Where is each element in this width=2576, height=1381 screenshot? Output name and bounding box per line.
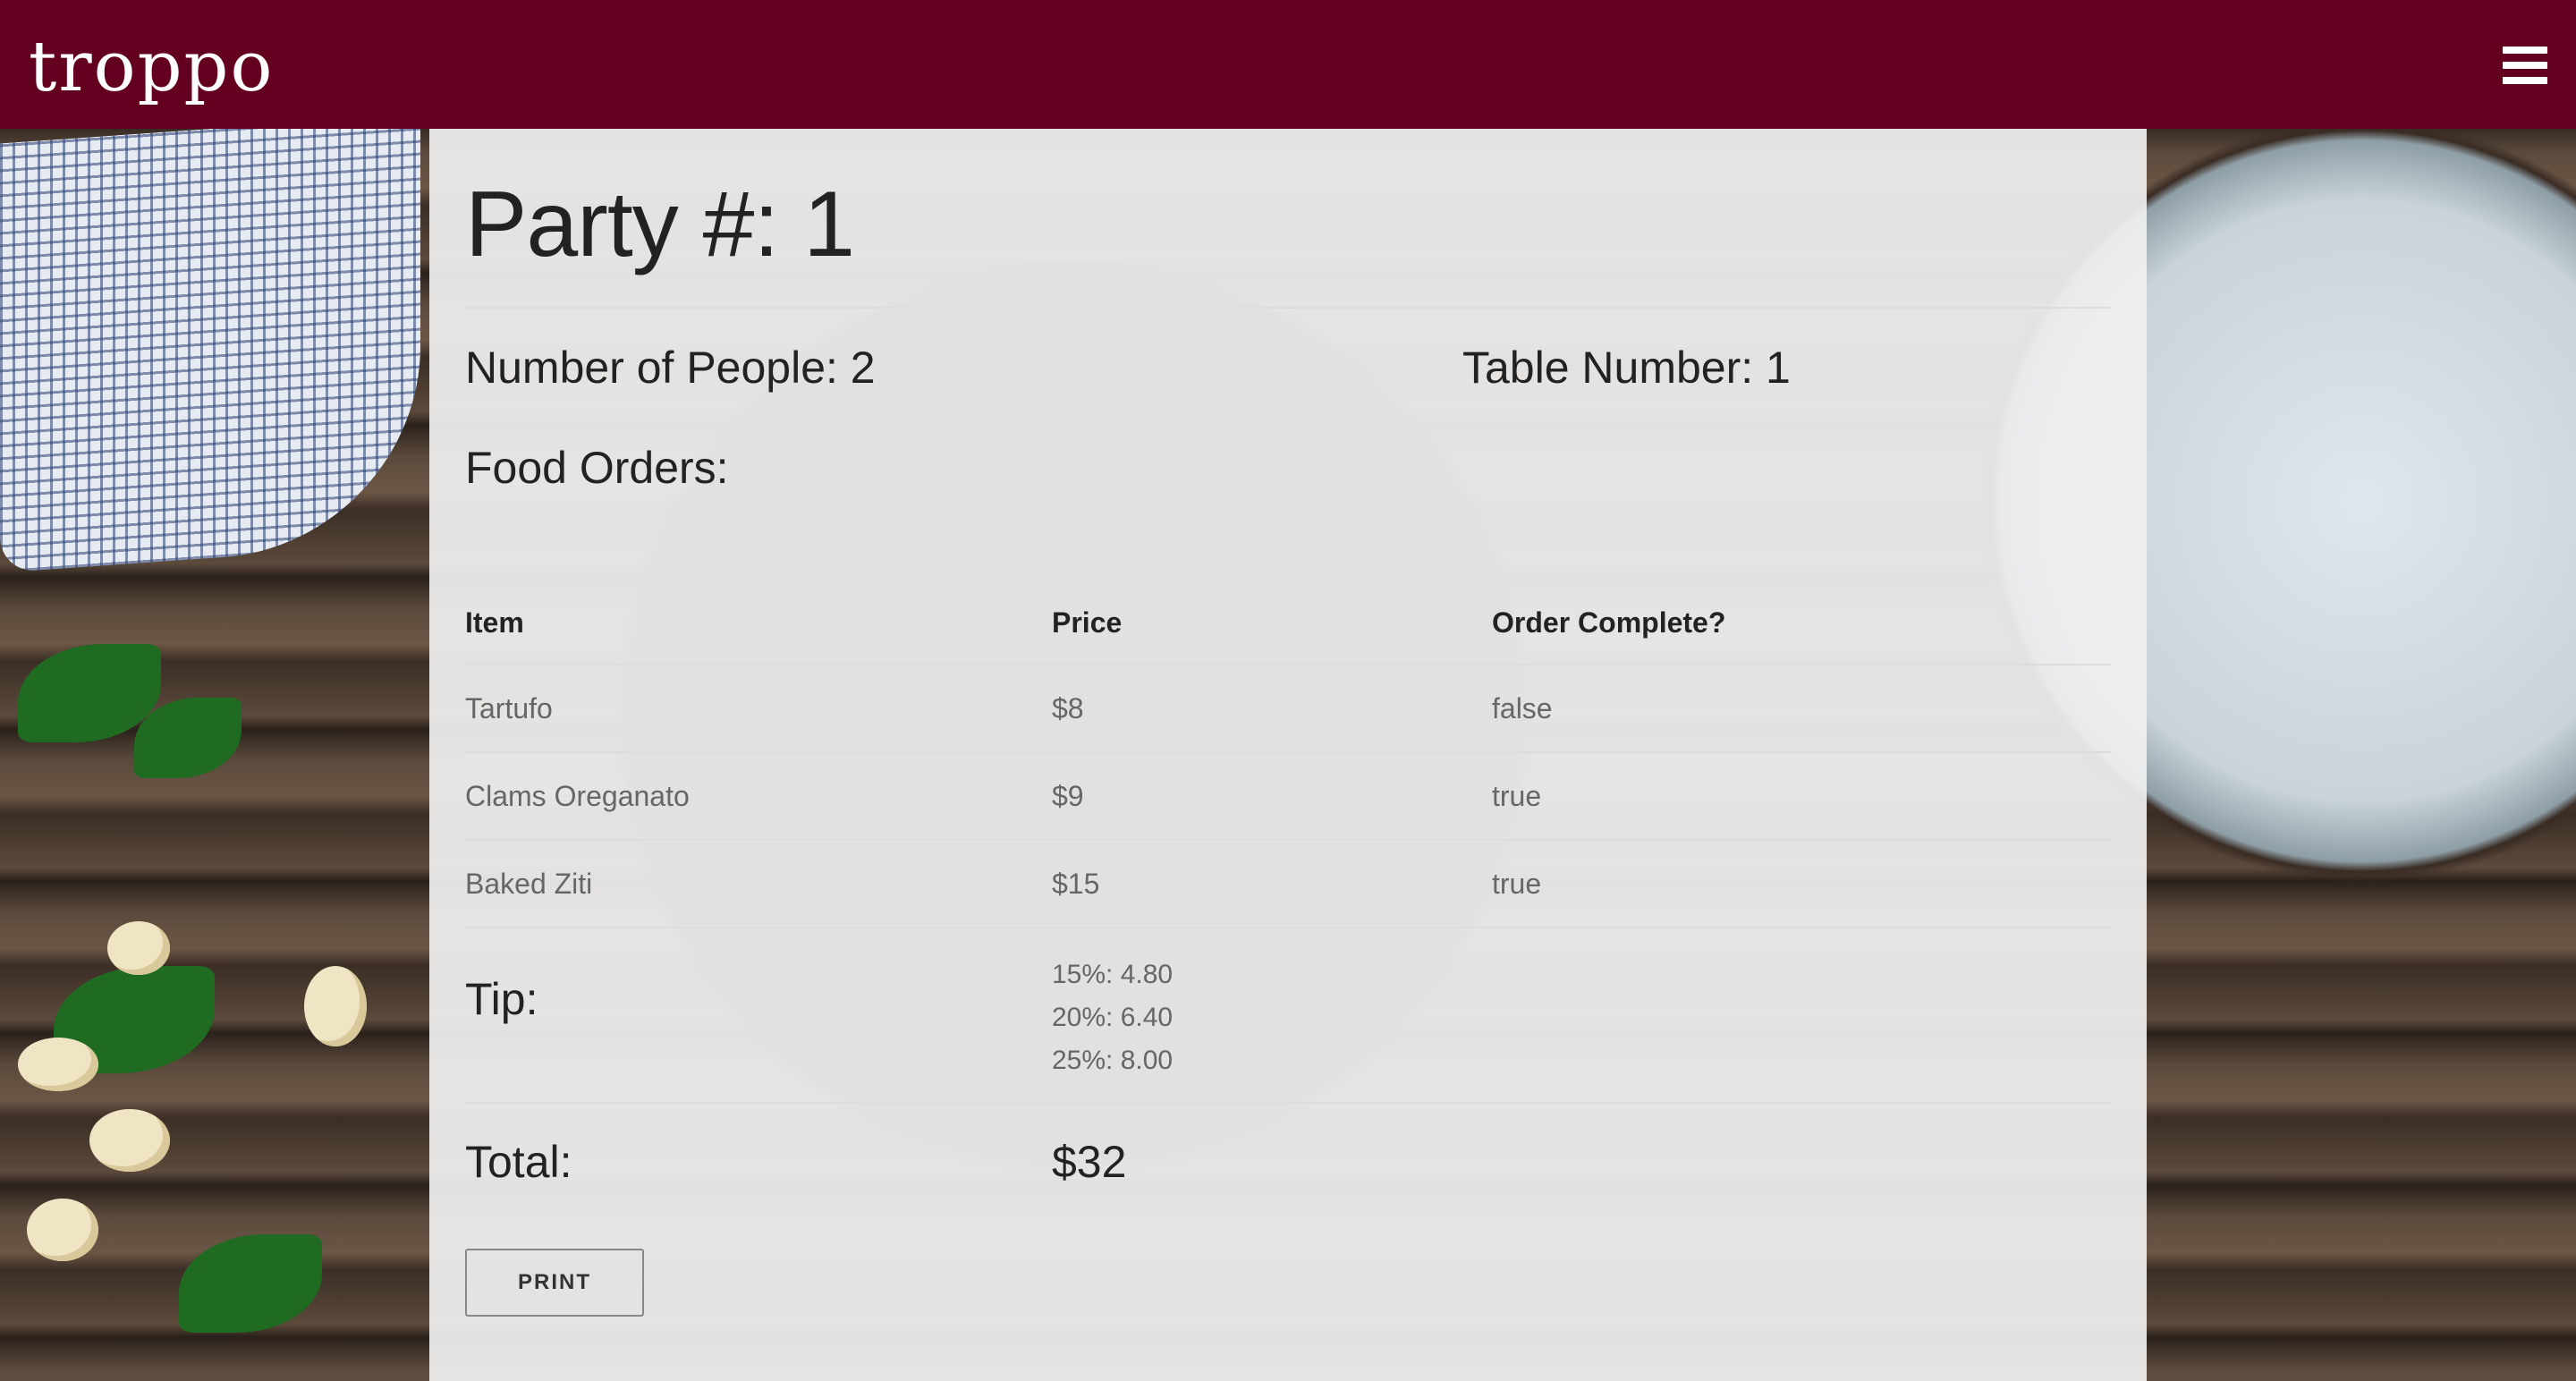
menu-bar	[2503, 62, 2547, 69]
tip-option: 20%: 6.40	[1052, 1003, 1174, 1032]
table-number: Table Number: 1	[1462, 343, 1791, 393]
order-item: Clams Oreganato	[465, 780, 690, 812]
food-orders-heading: Food Orders:	[465, 443, 729, 493]
background-nut	[27, 1199, 98, 1261]
column-header-price: Price	[1052, 606, 1123, 639]
order-complete: true	[1492, 780, 1542, 812]
tip-label: Tip:	[465, 974, 538, 1024]
hamburger-menu-icon[interactable]	[2503, 47, 2547, 86]
background-nut	[107, 921, 170, 975]
title-divider	[465, 307, 2111, 309]
menu-bar	[2503, 77, 2547, 84]
order-complete: false	[1492, 692, 1553, 724]
column-header-complete: Order Complete?	[1492, 606, 1726, 639]
tip-options: 15%: 4.80 20%: 6.40 25%: 8.00	[1052, 953, 1173, 1082]
tip-option: 25%: 8.00	[1052, 1046, 1174, 1075]
page-title: Party #: 1	[465, 173, 855, 276]
table-row: Tartufo $8 false	[465, 665, 2111, 753]
print-button[interactable]: PRINT	[465, 1249, 644, 1317]
table-header-row: Item Price Order Complete?	[465, 580, 2111, 665]
top-navbar: troppo	[0, 0, 2576, 129]
orders-table: Item Price Order Complete? Tartufo $8 fa…	[465, 606, 2111, 1213]
background-nut	[89, 1109, 170, 1172]
order-complete: true	[1492, 868, 1542, 900]
order-price: $15	[1052, 868, 1100, 900]
total-value: $32	[1052, 1137, 1127, 1187]
background-leaf	[179, 1234, 322, 1333]
menu-bar	[2503, 47, 2547, 54]
total-label: Total:	[465, 1137, 572, 1187]
total-row: Total: $32	[465, 1104, 2111, 1213]
tip-option: 15%: 4.80	[1052, 960, 1174, 989]
order-price: $8	[1052, 692, 1084, 724]
table-row: Clams Oreganato $9 true	[465, 753, 2111, 841]
background-cloth	[0, 114, 420, 573]
table-row: Baked Ziti $15 true	[465, 841, 2111, 928]
background-nut	[18, 1038, 98, 1091]
order-price: $9	[1052, 780, 1084, 812]
order-item: Baked Ziti	[465, 868, 593, 900]
brand-logo[interactable]: troppo	[29, 27, 274, 107]
background-nut	[304, 966, 367, 1046]
number-of-people: Number of People: 2	[465, 343, 876, 393]
tip-row: Tip: 15%: 4.80 20%: 6.40 25%: 8.00	[465, 928, 2111, 1104]
order-item: Tartufo	[465, 692, 553, 724]
party-detail-panel: Party #: 1 Number of People: 2 Table Num…	[429, 129, 2147, 1381]
column-header-item: Item	[465, 606, 524, 639]
